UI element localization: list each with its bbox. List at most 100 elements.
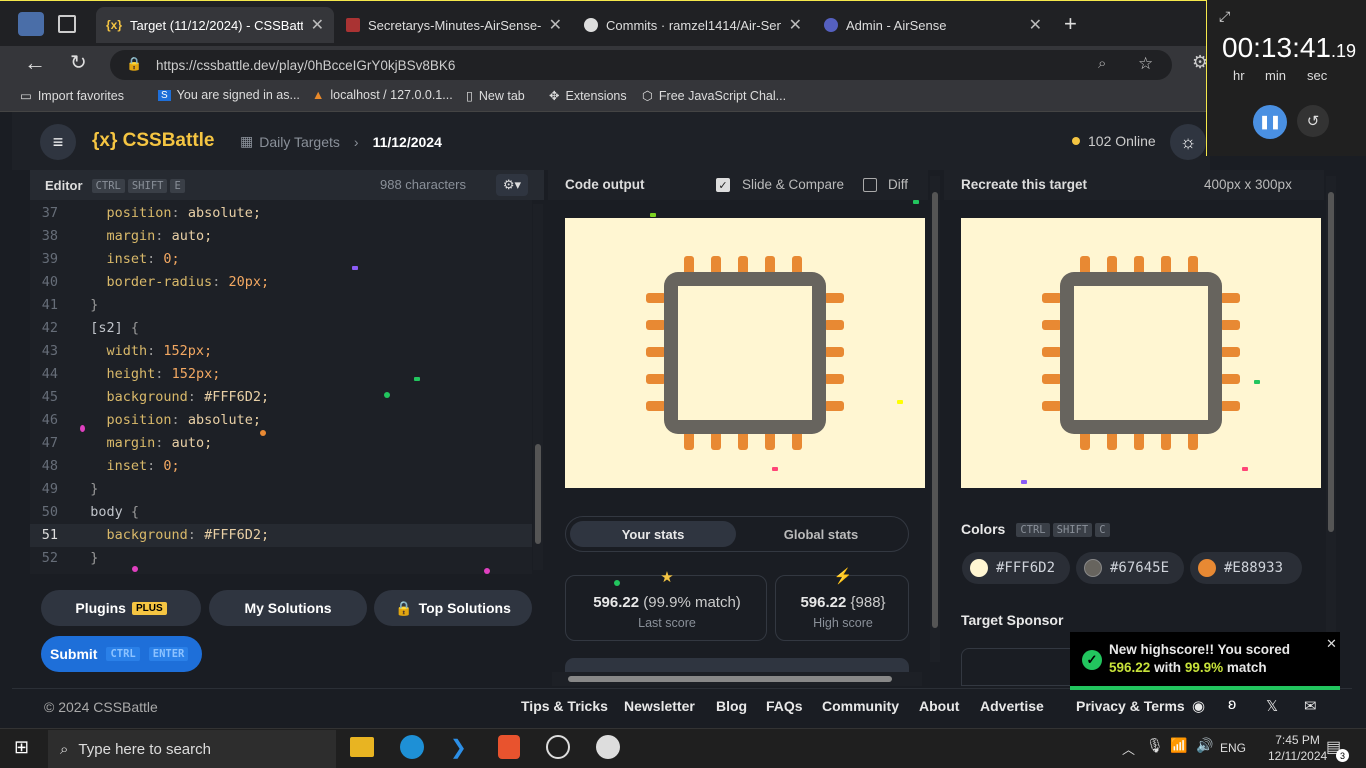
code-line[interactable]: 38 margin: auto; [30, 225, 532, 248]
close-tab-icon[interactable]: ✕ [311, 15, 324, 35]
tab-commits[interactable]: Commits · ramzel1414/Air-Sense ✕ [574, 7, 812, 43]
taskbar-clock[interactable]: 7:45 PM 12/11/2024 [1268, 732, 1327, 764]
obs-icon[interactable] [546, 735, 570, 759]
microphone-icon[interactable]: 🎙 [1146, 737, 1164, 754]
close-tab-icon[interactable]: ✕ [549, 15, 562, 35]
code-line[interactable]: 47 margin: auto; [30, 432, 532, 455]
bluesky-icon[interactable]: ʚ [1228, 696, 1236, 714]
code-line[interactable]: 40 border-radius: 20px; [30, 271, 532, 294]
email-icon[interactable]: ✉ [1304, 697, 1317, 715]
tab-actions-icon[interactable] [58, 15, 76, 33]
volume-icon[interactable]: 🔊 [1196, 737, 1213, 754]
favorite-star-icon[interactable]: ☆ [1138, 54, 1153, 74]
language-indicator[interactable]: ENG [1220, 741, 1246, 755]
bookmark-new-tab[interactable]: ▯ New tab [466, 88, 525, 104]
discord-icon[interactable]: ◉ [1192, 697, 1205, 715]
code-line[interactable]: 43 width: 152px; [30, 340, 532, 363]
diff-label: Diff [888, 177, 909, 192]
wifi-icon[interactable]: 📶 [1170, 737, 1187, 754]
zoom-icon[interactable]: ⌕ [1098, 55, 1106, 72]
color-swatch-orange[interactable]: #E88933 [1190, 552, 1302, 584]
bookmark-localhost[interactable]: ▲ localhost / 127.0.0.1... [312, 88, 453, 102]
page-icon: ▯ [466, 89, 473, 103]
address-bar[interactable]: 🔒 https://cssbattle.dev/play/0hBcceIGrY0… [110, 50, 1172, 80]
clock-app-icon[interactable] [596, 735, 620, 759]
expand-icon[interactable]: ⤢ [1219, 8, 1230, 25]
tray-chevron-icon[interactable]: ︿ [1122, 739, 1135, 758]
bookmark-import-favorites[interactable]: ▭ Import favorites [20, 88, 124, 104]
diff-checkbox[interactable] [863, 178, 877, 192]
my-solutions-button[interactable]: My Solutions [209, 590, 367, 626]
new-tab-icon[interactable]: + [1064, 11, 1077, 37]
brave-icon[interactable] [498, 735, 520, 759]
code-line[interactable]: 42 [s2] { [30, 317, 532, 340]
color-swatch-gray[interactable]: #67645E [1076, 552, 1184, 584]
footer-link-community[interactable]: Community [822, 698, 899, 714]
close-tab-icon[interactable]: ✕ [1029, 15, 1042, 35]
tab-admin[interactable]: Admin - AirSense ✕ [814, 7, 1052, 43]
editor-scrollbar[interactable] [533, 204, 543, 570]
output-scrollbar[interactable] [930, 176, 940, 662]
footer-link-advertise[interactable]: Advertise [980, 698, 1044, 714]
code-line[interactable]: 45 background: #FFF6D2; [30, 386, 532, 409]
breadcrumb-daily-targets[interactable]: Daily Targets [259, 134, 340, 150]
footer-link-blog[interactable]: Blog [716, 698, 747, 714]
puzzle-icon: ✥ [549, 89, 560, 103]
theme-toggle-icon[interactable]: ☼ [1170, 124, 1206, 160]
back-icon[interactable]: ← [24, 50, 46, 76]
plugins-button[interactable]: Plugins PLUS [41, 590, 201, 626]
code-line[interactable]: 41 } [30, 294, 532, 317]
tab-cssbattle[interactable]: {x} Target (11/12/2024) - CSSBattle ✕ [96, 7, 334, 43]
output-hscrollbar[interactable] [552, 672, 922, 686]
footer-link-newsletter[interactable]: Newsletter [624, 698, 695, 714]
code-line[interactable]: 52 } [30, 547, 532, 570]
editor-settings-icon[interactable]: ⚙▾ [496, 174, 528, 196]
output-scroll-thumb[interactable] [932, 192, 938, 628]
footer-link-tips[interactable]: Tips & Tricks [521, 698, 608, 714]
edge-icon[interactable] [400, 735, 424, 759]
code-line[interactable]: 48 inset: 0; [30, 455, 532, 478]
code-line[interactable]: 46 position: absolute; [30, 409, 532, 432]
close-toast-icon[interactable]: ✕ [1326, 636, 1337, 652]
bookmark-signed-in[interactable]: S You are signed in as... [158, 88, 300, 102]
star-icon: ★ [660, 569, 674, 586]
tab-minutes[interactable]: Secretarys-Minutes-AirSense-Fina ✕ [336, 7, 572, 43]
profile-avatar[interactable] [18, 12, 44, 36]
breadcrumb-current: 11/12/2024 [372, 133, 442, 150]
code-line[interactable]: 39 inset: 0; [30, 248, 532, 271]
target-scroll-thumb[interactable] [1328, 192, 1334, 532]
slide-compare-checkbox[interactable]: ✓ [716, 178, 730, 192]
footer-link-faqs[interactable]: FAQs [766, 698, 803, 714]
color-swatch-cream[interactable]: #FFF6D2 [962, 552, 1070, 584]
reload-icon[interactable]: ↻ [70, 50, 87, 75]
code-output-preview[interactable] [565, 218, 925, 488]
code-editor[interactable]: 37 position: absolute; 38 margin: auto; 39… [30, 200, 532, 574]
windows-start-icon[interactable]: ⊞ [14, 737, 29, 758]
code-line[interactable]: 44 height: 152px; [30, 363, 532, 386]
editor-scroll-thumb[interactable] [535, 444, 541, 544]
close-tab-icon[interactable]: ✕ [789, 15, 802, 35]
bookmark-extensions[interactable]: ✥ Extensions [549, 88, 627, 104]
breadcrumb: ▦ Daily Targets › 11/12/2024 [240, 133, 442, 150]
bookmark-js-challenge[interactable]: ⬡ Free JavaScript Chal... [642, 88, 786, 104]
target-scrollbar[interactable] [1326, 176, 1336, 636]
twitter-icon[interactable]: 𝕏 [1266, 697, 1278, 715]
taskbar-search[interactable]: ⌕ Type here to search [48, 730, 336, 768]
code-line[interactable]: 49 } [30, 478, 532, 501]
pause-icon[interactable]: ❚❚ [1253, 105, 1287, 139]
footer-link-privacy[interactable]: Privacy & Terms [1076, 698, 1185, 714]
output-hscroll-thumb[interactable] [568, 676, 892, 682]
top-solutions-button[interactable]: 🔒 Top Solutions [374, 590, 532, 626]
menu-icon[interactable]: ≡ [40, 124, 76, 160]
code-line[interactable]: 51 background: #FFF6D2; [30, 524, 532, 547]
code-line[interactable]: 37 position: absolute; [30, 202, 532, 225]
tab-global-stats[interactable]: Global stats [738, 521, 904, 547]
vscode-icon[interactable]: ❯ [450, 735, 467, 760]
file-explorer-icon[interactable] [350, 737, 374, 757]
footer-link-about[interactable]: About [919, 698, 959, 714]
submit-button[interactable]: Submit CTRL ENTER [41, 636, 202, 672]
site-logo[interactable]: {x} CSSBattle [92, 130, 215, 152]
tab-your-stats[interactable]: Your stats [570, 521, 736, 547]
reset-icon[interactable]: ↺ [1297, 105, 1329, 137]
code-line[interactable]: 50 body { [30, 501, 532, 524]
